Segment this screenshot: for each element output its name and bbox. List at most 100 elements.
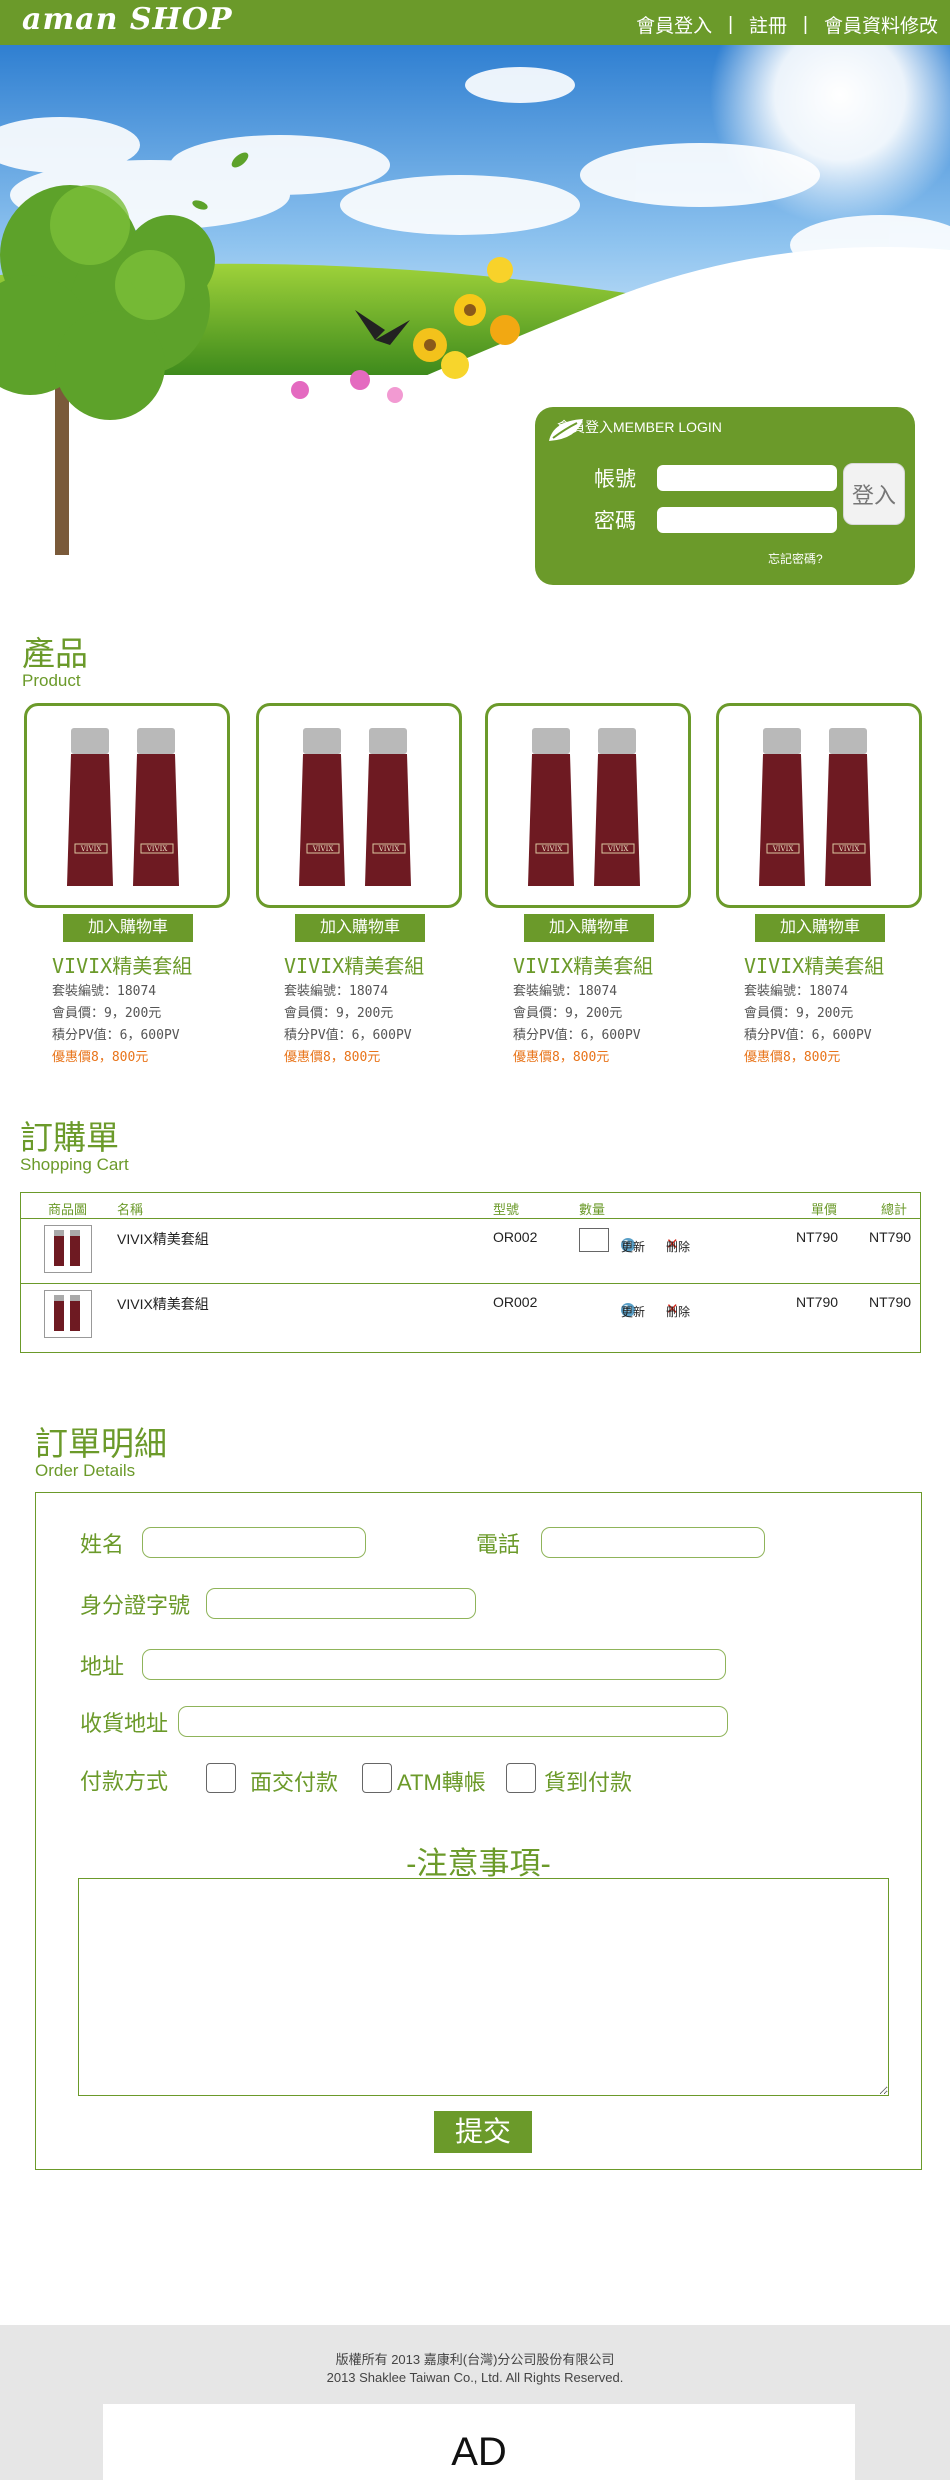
hero-banner: 會員登入MEMBER LOGIN 帳號 密碼 登入 忘記密碼? — [0, 45, 950, 585]
name-label: 姓名 — [80, 1532, 125, 1557]
phone-input[interactable] — [541, 1527, 765, 1558]
password-row: 密碼 — [585, 505, 837, 535]
payment-method-label: 付款方式 — [80, 1769, 169, 1794]
update-label: 更新 — [621, 1240, 646, 1254]
address-input[interactable] — [142, 1649, 726, 1680]
product-card: VIVIX VIVIX 加入購物車 VIVIX精美套組套裝編號：18074 會員價：9，… — [256, 703, 464, 1069]
col-model: 型號 — [493, 1202, 520, 1217]
top-nav: 會員登入 | 註冊 | 會員資料修改 — [636, 11, 938, 38]
id-number-input[interactable] — [206, 1588, 476, 1619]
col-total: 總計 — [881, 1202, 908, 1217]
add-to-cart-button[interactable]: 加入購物車 — [295, 914, 425, 942]
product-card: VIVIX VIVIX 加入購物車 VIVIX精美套組 套裝編號：18074 會員價：9，… — [485, 703, 693, 1069]
cart-section-title: 訂購單 Shopping Cart — [20, 1120, 129, 1174]
login-header: 會員登入MEMBER LOGIN — [547, 417, 722, 441]
col-image: 商品圖 — [48, 1202, 88, 1217]
product-name[interactable]: VIVIX精美套組 — [744, 950, 924, 979]
account-row: 帳號 — [585, 463, 837, 493]
product-code: 套裝編號：18074 — [513, 984, 618, 999]
account-input[interactable] — [657, 465, 837, 491]
forgot-password-link[interactable]: 忘記密碼? — [768, 550, 823, 567]
copyright-zh: 版權所有 2013 嘉康利(台灣)分公司股份有限公司 — [335, 2352, 615, 2367]
ad-banner[interactable]: AD — [103, 2404, 855, 2480]
product-brand-text: VIVIX — [146, 845, 168, 853]
order-section-title: 訂單明細 Order Details — [35, 1426, 167, 1480]
product-promo-price: 優惠價8，800元 — [284, 1050, 381, 1065]
password-label: 密碼 — [594, 510, 636, 533]
product-brand-text: VIVIX — [541, 845, 563, 853]
section-title-en: Order Details — [35, 1461, 136, 1480]
nav-member-login[interactable]: 會員登入 — [636, 11, 712, 38]
payment-cod-checkbox[interactable] — [506, 1763, 536, 1793]
cart-row: VIVIX精美套組 OR002 ↻ 更新 ✕ 刪除 NT790 NT790 — [21, 1219, 920, 1284]
product-member-price: 會員價：9，200元 — [52, 1006, 162, 1021]
product-member-price: 會員價：9，200元 — [744, 1006, 854, 1021]
product-name[interactable]: VIVIX精美套組 — [52, 950, 232, 979]
product-name[interactable]: VIVIX精美套組 — [513, 950, 693, 979]
nav-register[interactable]: 註冊 — [749, 11, 787, 38]
product-brand-text: VIVIX — [312, 845, 334, 853]
product-brand-text: VIVIX — [772, 845, 794, 853]
add-to-cart-button[interactable]: 加入購物車 — [63, 914, 193, 942]
cart-header-row: 商品圖 名稱 型號 數量 單價 總計 — [21, 1193, 920, 1219]
product-pv: 積分PV值：6，600PV — [52, 1028, 180, 1043]
product-image[interactable]: VIVIX VIVIX — [485, 703, 691, 908]
shipping-address-input[interactable] — [178, 1706, 728, 1737]
cart-row: VIVIX精美套組 OR002 ↻ 更新 ✕ 刪除 NT790 NT790 — [21, 1284, 920, 1349]
product-card: VIVIX VIVIX 加入購物車 VIVIX精美套組套裝編號：18074 會員價：9，… — [24, 703, 232, 1069]
nav-separator: | — [803, 13, 808, 35]
quantity-input[interactable] — [579, 1228, 609, 1252]
cart-item-name: VIVIX精美套組 — [117, 1231, 209, 1247]
product-image[interactable]: VIVIX VIVIX — [716, 703, 922, 908]
payment-cash-label: 面交付款 — [250, 1770, 339, 1795]
top-bar: aman SHOP 會員登入 | 註冊 | 會員資料修改 — [0, 0, 950, 45]
delete-label: 刪除 — [666, 1305, 691, 1319]
update-label: 更新 — [621, 1305, 646, 1319]
product-code: 套裝編號：18074 — [284, 984, 389, 999]
section-title-zh: 訂購單 — [20, 1119, 119, 1156]
product-brand-text: VIVIX — [838, 845, 860, 853]
product-name[interactable]: VIVIX精美套組 — [284, 950, 464, 979]
product-pv: 積分PV值：6，600PV — [744, 1028, 872, 1043]
notice-textarea[interactable] — [78, 1878, 889, 2096]
product-image[interactable]: VIVIX VIVIX — [24, 703, 230, 908]
col-qty: 數量 — [579, 1202, 606, 1217]
cart-item-model: OR002 — [493, 1229, 538, 1245]
login-button[interactable]: 登入 — [843, 463, 905, 525]
product-thumbnail — [44, 1290, 92, 1338]
payment-atm-checkbox[interactable] — [362, 1763, 392, 1793]
product-image[interactable]: VIVIX VIVIX — [256, 703, 462, 908]
cart-item-total: NT790 — [869, 1229, 912, 1245]
product-promo-price: 優惠價8，800元 — [744, 1050, 841, 1065]
payment-cash-checkbox[interactable] — [206, 1763, 236, 1793]
add-to-cart-button[interactable]: 加入購物車 — [524, 914, 654, 942]
submit-button[interactable]: 提交 — [434, 2111, 532, 2153]
cart-item-unit-price: NT790 — [796, 1229, 839, 1245]
product-code: 套裝編號：18074 — [52, 984, 157, 999]
product-member-price: 會員價：9，200元 — [284, 1006, 394, 1021]
payment-cod-label: 貨到付款 — [544, 1770, 633, 1795]
section-title-zh: 訂單明細 — [35, 1425, 167, 1462]
col-name: 名稱 — [117, 1202, 144, 1217]
product-pv: 積分PV值：6，600PV — [513, 1028, 641, 1043]
site-logo[interactable]: aman SHOP — [22, 2, 233, 37]
nav-separator: | — [728, 13, 734, 35]
name-input[interactable] — [142, 1527, 366, 1558]
copyright-en: 2013 Shaklee Taiwan Co., Ltd. All Rights… — [326, 2370, 624, 2385]
col-unit-price: 單價 — [811, 1202, 838, 1217]
address-label: 地址 — [80, 1654, 125, 1679]
product-brand-text: VIVIX — [80, 845, 102, 853]
product-section-title: 產品 Product — [22, 636, 88, 690]
order-details-form: 姓名 電話 身分證字號 地址 收貨地址 付款方式 面交付款 ATM轉帳 貨到付款… — [35, 1492, 922, 2170]
section-title-zh: 產品 — [22, 635, 88, 672]
cart-item-unit-price: NT790 — [796, 1294, 839, 1310]
password-input[interactable] — [657, 507, 837, 533]
product-promo-price: 優惠價8，800元 — [513, 1050, 610, 1065]
shopping-cart-table: 商品圖 名稱 型號 數量 單價 總計 VIVIX精美套組 OR002 ↻ 更新 … — [20, 1192, 921, 1353]
product-card: VIVIX VIVIX 加入購物車 VIVIX精美套組 套裝編號：18074 會員價：9，… — [716, 703, 924, 1069]
phone-label: 電話 — [476, 1532, 521, 1557]
product-thumbnail — [44, 1225, 92, 1273]
shipping-address-label: 收貨地址 — [80, 1711, 169, 1736]
add-to-cart-button[interactable]: 加入購物車 — [755, 914, 885, 942]
nav-edit-profile[interactable]: 會員資料修改 — [824, 11, 938, 38]
